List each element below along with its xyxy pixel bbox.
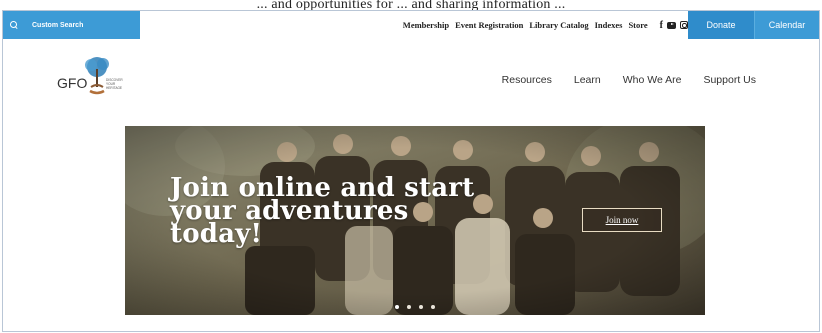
carousel-dot[interactable]: [395, 305, 399, 309]
main-nav: Resources Learn Who We Are Support Us: [502, 74, 756, 86]
hero-banner: Join online and start your adventures to…: [125, 126, 705, 315]
logo-graphic: GFO DISCOVER YOUR HERITAGE: [57, 57, 123, 95]
hero-heading: Join online and start your adventures to…: [170, 175, 500, 249]
youtube-icon[interactable]: [667, 21, 676, 29]
carousel-dots: [395, 305, 435, 309]
carousel-dot[interactable]: [431, 305, 435, 309]
nav-learn[interactable]: Learn: [574, 74, 601, 86]
join-now-button[interactable]: Join now: [582, 208, 662, 232]
facebook-icon[interactable]: f: [660, 20, 663, 31]
social-links: f: [660, 20, 688, 31]
top-bar: Custom Search Membership Event Registrat…: [3, 11, 819, 39]
custom-search-box[interactable]: Custom Search: [3, 11, 140, 39]
utility-link-membership[interactable]: Membership: [403, 20, 449, 30]
nav-support-us[interactable]: Support Us: [703, 74, 756, 86]
search-icon: [10, 21, 18, 29]
gfo-logo[interactable]: GFO DISCOVER YOUR HERITAGE: [53, 55, 133, 101]
carousel-dot[interactable]: [407, 305, 411, 309]
svg-text:HERITAGE: HERITAGE: [106, 86, 122, 90]
utility-nav: Membership Event Registration Library Ca…: [397, 11, 688, 39]
instagram-icon[interactable]: [680, 21, 688, 29]
logo-text: GFO: [57, 75, 87, 91]
hero-heading-line-3: today!: [170, 219, 263, 249]
utility-link-event-registration[interactable]: Event Registration: [455, 20, 523, 30]
utility-link-indexes[interactable]: Indexes: [595, 20, 623, 30]
calendar-button[interactable]: Calendar: [754, 11, 819, 39]
browser-page: Custom Search Membership Event Registrat…: [2, 10, 820, 332]
nav-who-we-are[interactable]: Who We Are: [623, 74, 682, 86]
nav-resources[interactable]: Resources: [502, 74, 552, 86]
search-label: Custom Search: [32, 21, 84, 29]
carousel-dot[interactable]: [419, 305, 423, 309]
utility-link-library-catalog[interactable]: Library Catalog: [529, 20, 588, 30]
page-caption: ... and opportunities for ... and sharin…: [256, 0, 566, 10]
donate-button[interactable]: Donate: [688, 11, 754, 39]
utility-link-store[interactable]: Store: [628, 20, 647, 30]
